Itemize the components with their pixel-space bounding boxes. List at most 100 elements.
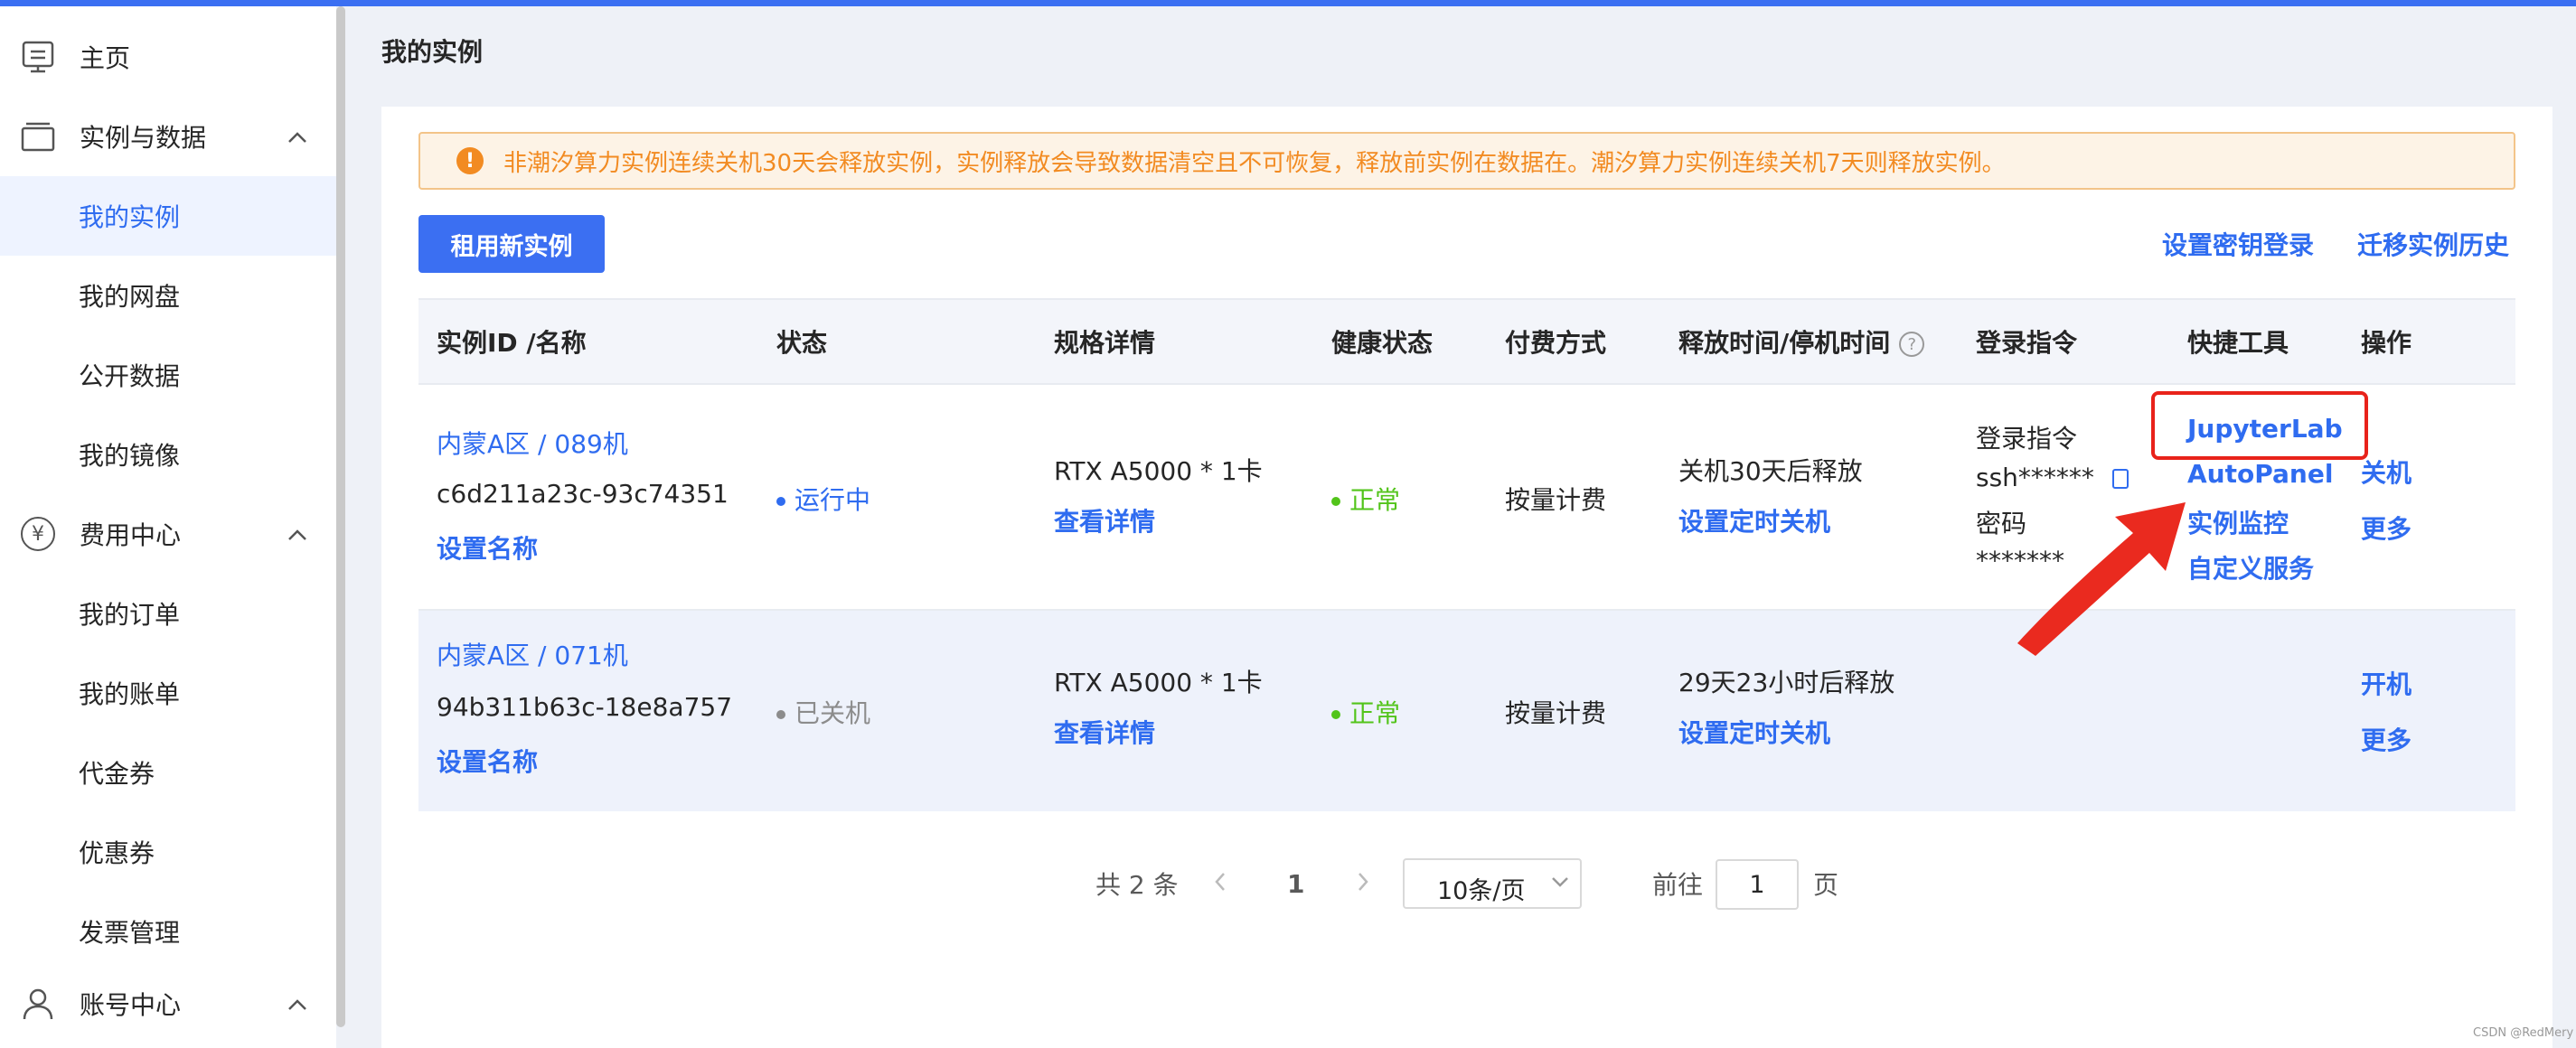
set-timed-shutdown-link[interactable]: 设置定时关机 xyxy=(1678,502,1830,538)
folder-icon xyxy=(18,117,58,156)
billing-text: 按量计费 xyxy=(1505,698,1607,728)
top-accent-bar xyxy=(0,0,2576,6)
sidebar-item-label: 我的订单 xyxy=(79,600,181,630)
header-login: 登录指令 xyxy=(1976,328,2078,358)
header-health: 健康状态 xyxy=(1331,328,1434,358)
sidebar-item-label: 实例与数据 xyxy=(80,123,207,153)
sidebar: 主页 实例与数据 我的实例 我的网盘 公开数据 我的镜像 ¥ 费用中心 我的订单… xyxy=(0,6,336,1048)
view-details-link[interactable]: 查看详情 xyxy=(1054,714,1155,750)
health-text: 正常 xyxy=(1349,698,1401,728)
set-key-login-link[interactable]: 设置密钥登录 xyxy=(2162,226,2314,262)
instance-id: 94b311b63c-18e8a757 xyxy=(437,692,733,722)
release-text: 关机30天后释放 xyxy=(1678,456,1863,486)
sidebar-item-label: 公开数据 xyxy=(79,361,181,391)
watermark: CSDN @RedMery xyxy=(2473,1026,2574,1040)
user-icon xyxy=(18,984,58,1024)
health-text: 正常 xyxy=(1349,485,1401,515)
instance-name-link[interactable]: 内蒙A区 / 071机 xyxy=(437,636,628,672)
migrate-history-link[interactable]: 迁移实例历史 xyxy=(2357,226,2509,262)
chevron-right-icon xyxy=(1356,869,1370,899)
view-details-link[interactable]: 查看详情 xyxy=(1054,502,1155,538)
sidebar-item-label: 主页 xyxy=(80,43,131,73)
spec-text: RTX A5000 * 1卡 xyxy=(1054,668,1263,697)
header-release: 释放时间/停机时间? xyxy=(1678,323,1925,360)
header-billing: 付费方式 xyxy=(1505,328,1607,358)
sidebar-item-vouchers[interactable]: 代金券 xyxy=(0,733,336,812)
goto-label: 前往 xyxy=(1652,870,1704,900)
sidebar-item-label: 优惠券 xyxy=(79,838,155,868)
alert-text: 非潮汐算力实例连续关机30天会释放实例，实例释放会导致数据清空且不可恢复，释放前… xyxy=(503,149,2006,177)
red-arrow-annotation xyxy=(2017,502,2186,656)
help-icon[interactable]: ? xyxy=(1899,332,1925,357)
more-link[interactable]: 更多 xyxy=(2361,510,2411,546)
page-size-select[interactable]: 10条/页 xyxy=(1403,858,1582,909)
sidebar-item-label: 账号中心 xyxy=(80,990,182,1020)
warning-icon: ! xyxy=(456,147,484,174)
sidebar-item-my-bills[interactable]: 我的账单 xyxy=(0,653,336,733)
page-size-value: 10条/页 xyxy=(1437,877,1526,905)
sidebar-group-fees-center[interactable]: ¥ 费用中心 xyxy=(0,494,336,574)
sidebar-item-label: 费用中心 xyxy=(80,520,182,550)
chevron-left-icon xyxy=(1213,869,1227,899)
instance-name-link[interactable]: 内蒙A区 / 089机 xyxy=(437,425,628,461)
sidebar-item-my-orders[interactable]: 我的订单 xyxy=(0,574,336,653)
sidebar-item-label: 我的镜像 xyxy=(79,441,181,471)
set-name-link[interactable]: 设置名称 xyxy=(437,529,538,566)
header-spec: 规格详情 xyxy=(1054,328,1156,358)
billing-text: 按量计费 xyxy=(1505,485,1607,515)
status-dot xyxy=(776,710,785,719)
header-release-label: 释放时间/停机时间 xyxy=(1678,328,1891,358)
table-header: 实例ID /名称 状态 规格详情 健康状态 付费方式 释放时间/停机时间? 登录… xyxy=(418,298,2515,385)
chevron-down-icon xyxy=(1551,875,1569,892)
health-badge: 正常 xyxy=(1331,481,1400,517)
chevron-up-icon xyxy=(287,991,307,1016)
goto-page-input[interactable] xyxy=(1716,859,1799,910)
instance-id: c6d211a23c-93c74351 xyxy=(437,479,729,509)
header-id-name: 实例ID /名称 xyxy=(437,328,587,358)
sidebar-item-invoices[interactable]: 发票管理 xyxy=(0,892,336,971)
sidebar-item-my-disk[interactable]: 我的网盘 xyxy=(0,256,336,335)
sidebar-item-my-images[interactable]: 我的镜像 xyxy=(0,415,336,494)
pagination-total: 共 2 条 xyxy=(1095,870,1179,900)
sidebar-item-home[interactable]: 主页 xyxy=(0,17,336,97)
sidebar-group-instances-data[interactable]: 实例与数据 xyxy=(0,97,336,176)
sidebar-item-public-data[interactable]: 公开数据 xyxy=(0,335,336,415)
spec-text: RTX A5000 * 1卡 xyxy=(1054,456,1263,486)
more-link[interactable]: 更多 xyxy=(2361,721,2411,757)
set-timed-shutdown-link[interactable]: 设置定时关机 xyxy=(1678,714,1830,750)
header-tools: 快捷工具 xyxy=(2187,328,2289,358)
sidebar-item-label: 代金券 xyxy=(79,759,155,789)
yen-icon: ¥ xyxy=(18,514,58,554)
warning-alert: ! 非潮汐算力实例连续关机30天会释放实例，实例释放会导致数据清空且不可恢复，释… xyxy=(418,132,2515,190)
sidebar-item-label: 我的实例 xyxy=(79,202,181,232)
page-number-active[interactable]: 1 xyxy=(1287,858,1304,909)
sidebar-item-coupons[interactable]: 优惠券 xyxy=(0,812,336,892)
status-badge: 运行中 xyxy=(776,481,870,517)
set-name-link[interactable]: 设置名称 xyxy=(437,743,538,779)
header-status: 状态 xyxy=(776,328,828,358)
page-suffix: 页 xyxy=(1813,870,1839,900)
status-text: 运行中 xyxy=(794,485,871,515)
health-dot xyxy=(1331,710,1340,719)
sidebar-item-label: 我的网盘 xyxy=(79,282,181,312)
yen-symbol: ¥ xyxy=(21,517,55,551)
chevron-up-icon xyxy=(287,124,307,149)
sidebar-item-label: 发票管理 xyxy=(79,918,181,948)
status-dot xyxy=(776,497,785,506)
rent-new-instance-button[interactable]: 租用新实例 xyxy=(418,215,605,273)
sidebar-scrollbar[interactable] xyxy=(336,6,345,1027)
prev-page-button[interactable] xyxy=(1213,858,1227,909)
sidebar-group-account-center[interactable]: 账号中心 xyxy=(0,964,336,1043)
status-text: 已关机 xyxy=(794,698,871,728)
page-title: 我的实例 xyxy=(381,37,484,67)
health-dot xyxy=(1331,497,1340,506)
sidebar-item-my-instances[interactable]: 我的实例 xyxy=(0,176,336,256)
power-on-link[interactable]: 开机 xyxy=(2361,665,2411,701)
release-text: 29天23小时后释放 xyxy=(1678,668,1895,697)
shutdown-link[interactable]: 关机 xyxy=(2361,454,2411,490)
chevron-up-icon xyxy=(287,521,307,547)
sidebar-item-label: 我的账单 xyxy=(79,679,181,709)
next-page-button[interactable] xyxy=(1356,858,1370,909)
monitor-icon xyxy=(18,37,58,77)
header-actions: 操作 xyxy=(2361,328,2412,358)
